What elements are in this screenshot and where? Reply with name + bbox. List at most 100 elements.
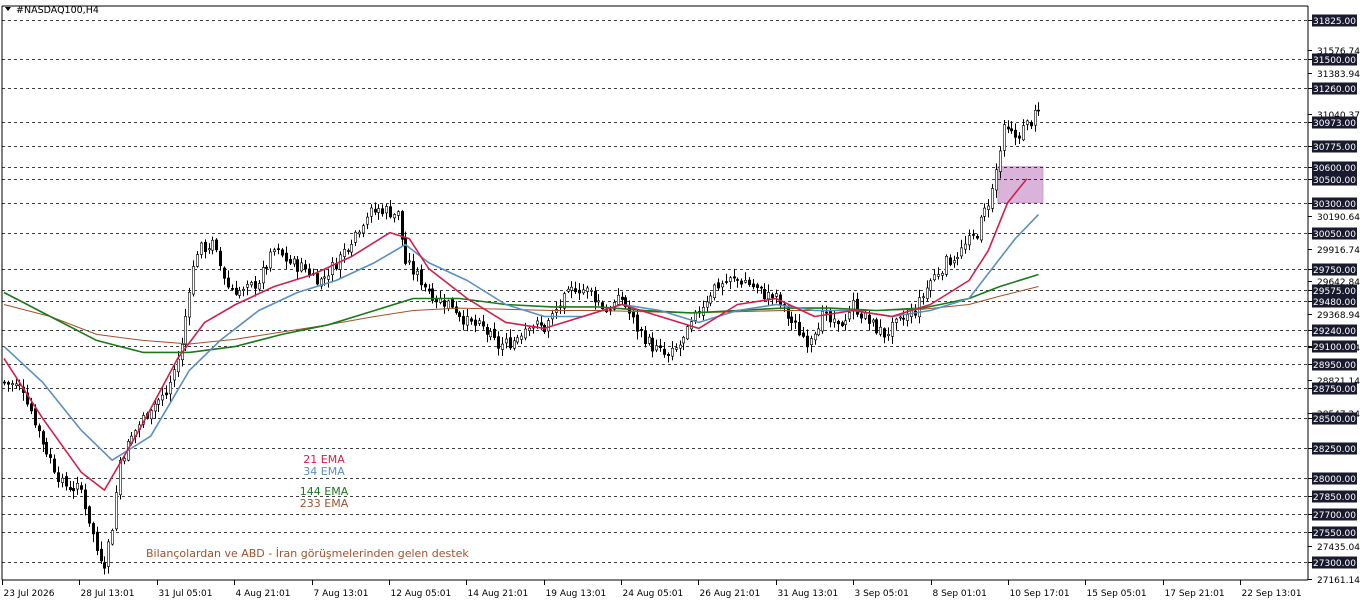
candle-body — [631, 312, 635, 318]
legend-item: 34 EMA — [303, 465, 345, 478]
candle-body — [465, 316, 469, 326]
candle-body — [276, 248, 280, 250]
price-tick-label: 29916.74 — [1317, 246, 1360, 256]
candle-body — [280, 249, 284, 256]
candle-body — [770, 294, 774, 299]
candle-body — [724, 281, 728, 283]
symbol-label: #NASDAQ100,H4 — [16, 5, 99, 16]
candle-body — [1021, 125, 1025, 141]
candle-body — [650, 337, 654, 352]
candle-body — [37, 425, 41, 432]
candle-body — [712, 284, 716, 299]
candle-body — [365, 216, 369, 225]
candle-body — [573, 288, 577, 293]
candle-body — [103, 562, 107, 569]
candle-body — [878, 326, 882, 335]
candle-body — [728, 277, 732, 282]
candle-body — [755, 284, 759, 288]
candle-body — [250, 282, 254, 286]
candle-body — [635, 314, 639, 332]
candle-body — [268, 251, 272, 269]
candle-body — [847, 312, 851, 320]
candle-body — [184, 316, 188, 345]
candle-body — [219, 250, 223, 267]
candle-body — [504, 338, 508, 344]
candle-body — [442, 300, 446, 307]
candle-body — [1017, 135, 1021, 139]
level-label: 27300.00 — [1313, 559, 1356, 569]
candle-body — [299, 262, 303, 272]
candle-body — [666, 354, 670, 356]
candle-body — [979, 216, 983, 241]
candle-body — [481, 321, 485, 327]
candle-body — [986, 205, 990, 210]
candle-body — [843, 320, 847, 325]
candle-body — [925, 287, 929, 299]
candle-body — [204, 241, 208, 253]
candle-body — [859, 313, 863, 319]
candle-body — [403, 238, 407, 264]
candle-body — [76, 483, 80, 490]
candle-body — [107, 541, 111, 567]
candle-body — [165, 392, 169, 396]
level-label: 30500.00 — [1313, 176, 1356, 186]
candle-body — [419, 269, 423, 286]
candle-body — [238, 290, 242, 296]
candle-body — [242, 289, 246, 291]
candle-body — [596, 300, 600, 303]
candle-body — [11, 383, 15, 386]
candle-body — [882, 328, 886, 338]
candle-body — [577, 289, 581, 294]
candle-body — [681, 337, 685, 344]
candle-body — [215, 239, 219, 251]
candle-body — [177, 358, 181, 373]
candle-body — [747, 279, 751, 285]
candle-body — [620, 296, 624, 300]
candle-body — [257, 283, 261, 290]
candle-body — [415, 270, 419, 275]
candle-body — [732, 276, 736, 279]
candle-body — [223, 267, 227, 279]
candle-body — [708, 295, 712, 304]
candle-body — [29, 403, 33, 412]
symbol-menu-icon[interactable] — [5, 7, 11, 11]
candle-body — [357, 231, 361, 235]
candle-body — [115, 492, 119, 530]
candle-body — [948, 257, 952, 265]
candle-body — [1030, 121, 1034, 127]
candle-body — [816, 328, 820, 336]
candle-body — [380, 208, 384, 215]
candle-body — [955, 257, 959, 259]
candle-body — [743, 280, 747, 283]
time-tick-label: 24 Aug 05:01 — [623, 589, 684, 599]
candle-body — [373, 208, 377, 213]
candle-body — [720, 283, 724, 288]
time-tick-label: 23 Jul 2026 — [4, 589, 55, 599]
candle-body — [292, 258, 296, 265]
candle-body — [407, 260, 411, 263]
candle-body — [169, 382, 173, 395]
candle-body — [150, 410, 154, 420]
candle-body — [492, 328, 496, 338]
candle-body — [188, 292, 192, 318]
candle-body — [616, 294, 620, 305]
level-label: 28750.00 — [1313, 385, 1356, 395]
candle-body — [84, 489, 88, 510]
time-tick-label: 14 Aug 21:01 — [468, 589, 529, 599]
candle-body — [940, 273, 944, 276]
candle-body — [963, 243, 967, 250]
price-chart[interactable]: 31576.7431383.9430190.6429916.7429642.84… — [0, 0, 1362, 603]
supply-zone — [997, 166, 1044, 204]
chart-annotation: Bilançolardan ve ABD - İran görüşmelerin… — [146, 547, 469, 560]
candle-body — [589, 289, 593, 292]
time-tick-label: 10 Sep 17:01 — [1010, 589, 1070, 599]
candle-body — [56, 472, 60, 483]
candle-body — [1037, 109, 1041, 112]
level-label: 31825.00 — [1313, 17, 1356, 27]
candle-body — [485, 327, 489, 335]
level-label: 31500.00 — [1313, 56, 1356, 66]
candle-body — [828, 311, 832, 323]
time-tick-label: 15 Sep 05:01 — [1087, 589, 1147, 599]
candle-body — [500, 343, 504, 350]
candle-body — [674, 347, 678, 350]
